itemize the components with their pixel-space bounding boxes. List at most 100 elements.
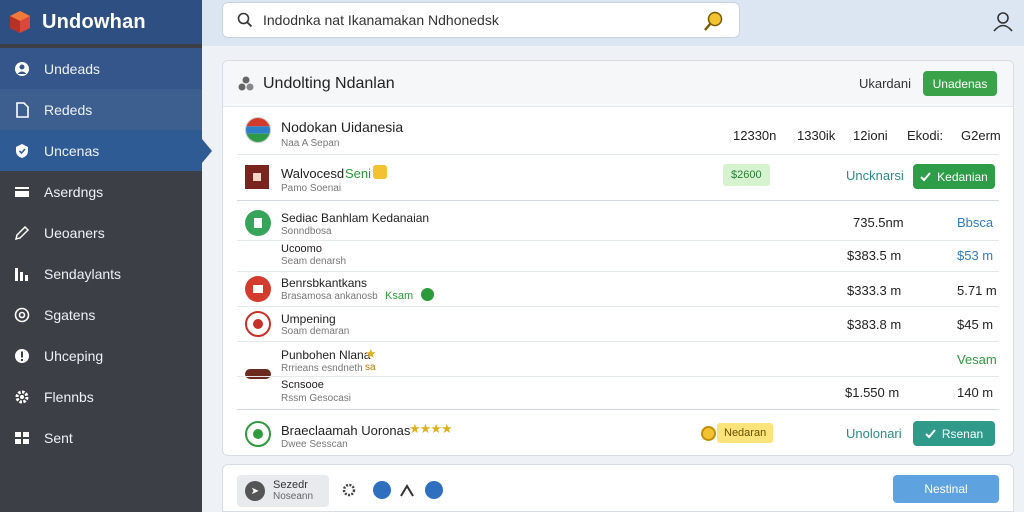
brand[interactable]: Undowhan — [0, 0, 202, 44]
divider — [237, 409, 999, 410]
row-end-value[interactable]: Bbsca — [957, 215, 993, 230]
sidebar-item-flennbs[interactable]: Flennbs — [0, 376, 202, 417]
star-badge-icon — [373, 165, 387, 179]
featured-link[interactable]: Uncknarsi — [846, 168, 904, 183]
settings-circle-icon — [14, 307, 30, 323]
featured-tag: Seni — [345, 166, 372, 181]
top-item-title: Nodokan Uidanesia — [281, 119, 404, 135]
main-panel: Undolting Ndanlan Ukardani Unadenas Nodo… — [222, 60, 1014, 456]
row-tag: sa — [365, 362, 376, 373]
divider — [237, 341, 999, 342]
sidebar-item-aserdngs[interactable]: Aserdngs — [0, 171, 202, 212]
header-link[interactable]: Ukardani — [859, 76, 911, 91]
divider — [237, 306, 999, 307]
row-subtitle: Rrrieans esndneth — [281, 363, 363, 374]
gear-icon — [14, 389, 30, 405]
column-header: 12ioni — [853, 128, 888, 143]
row-tag: Ksam — [385, 290, 414, 302]
product-icon — [245, 165, 269, 189]
sidebar-item-label: Uncenas — [44, 142, 100, 159]
settings-icon[interactable] — [341, 482, 357, 498]
sidebar-nav: Undeads Rededs Uncenas Aserdngs Ueoaners… — [0, 48, 212, 458]
divider — [237, 200, 999, 201]
app-name: Undowhan — [42, 10, 146, 33]
divider — [237, 271, 999, 272]
sidebar-item-uncenas[interactable]: Uncenas — [0, 130, 212, 171]
row-title: Ucoomo — [281, 243, 322, 255]
sidebar-item-label: Flennbs — [44, 388, 94, 405]
sidebar-item-label: Sgatens — [44, 306, 96, 323]
media-icon — [245, 276, 271, 302]
flag-icon — [245, 117, 271, 143]
magnifier-icon[interactable] — [703, 10, 725, 32]
food-icon — [245, 369, 271, 379]
status-badge: Nedaran — [717, 423, 774, 443]
row-title: Scnsooe — [281, 379, 324, 391]
sidebar: Undowhan Undeads Rededs Uncenas Aserdngs… — [0, 0, 212, 512]
footer-pill-label: Sezedr — [273, 479, 308, 491]
sidebar-item-sent[interactable]: Sent — [0, 417, 202, 458]
row-end-value: 140 m — [957, 385, 994, 400]
account-icon[interactable] — [992, 10, 1014, 32]
sidebar-item-sgatens[interactable]: Sgatens — [0, 294, 202, 335]
user-icon — [14, 61, 30, 77]
grid-icon — [14, 430, 30, 446]
featured-title: Walvocesd — [281, 166, 345, 181]
document-icon — [14, 101, 30, 118]
featured-title: Braeclaamah Uoronas — [281, 423, 411, 438]
navigation-icon: ➤ — [245, 481, 265, 501]
rating-stars-icon: ★★★★ — [409, 421, 453, 436]
card-icon — [14, 184, 30, 200]
footer-pill-sublabel: Noseann — [273, 491, 314, 502]
sidebar-item-label: Undeads — [44, 60, 101, 77]
row-amount: 735.5nm — [853, 215, 904, 230]
info-icon[interactable] — [373, 481, 391, 499]
check-icon — [925, 429, 936, 439]
sidebar-item-label: Rededs — [44, 101, 93, 118]
sidebar-item-label: Sent — [44, 429, 73, 446]
star-icon: ★ — [365, 346, 377, 361]
check-circle-icon — [245, 421, 271, 447]
divider — [237, 154, 999, 155]
button-label: Rsenan — [941, 426, 984, 441]
sidebar-item-label: Ueoaners — [44, 224, 105, 241]
sidebar-item-uhceping[interactable]: Uhceping — [0, 335, 202, 376]
featured-action-button[interactable]: Rsenan — [913, 421, 995, 446]
row-end-value[interactable]: $53 m — [957, 248, 993, 263]
share-icon[interactable] — [399, 482, 415, 498]
row-end-value[interactable]: Vesam — [957, 352, 997, 367]
row-subtitle: Sonndbosa — [281, 226, 332, 237]
footer-primary-button[interactable]: Nestinal — [893, 475, 999, 503]
sidebar-item-undeads[interactable]: Undeads — [0, 48, 202, 89]
logo-icon — [10, 11, 30, 33]
row-amount: $383.8 m — [847, 317, 902, 332]
sidebar-item-rededs[interactable]: Rededs — [0, 89, 202, 130]
search-box[interactable] — [222, 2, 740, 38]
book-icon — [245, 210, 271, 236]
badge-icon — [245, 311, 271, 337]
divider — [237, 240, 999, 241]
sidebar-item-label: Aserdngs — [44, 183, 104, 200]
pen-icon — [14, 225, 30, 241]
row-end-value: 5.71 m — [957, 283, 997, 298]
search-icon — [237, 12, 253, 28]
featured-link[interactable]: Unolonari — [846, 426, 902, 441]
search-input[interactable] — [263, 12, 683, 28]
column-header: Ekodi: — [907, 128, 944, 143]
top-bar — [202, 0, 1024, 46]
footer-pill[interactable]: ➤ Sezedr Noseann — [237, 475, 329, 507]
column-header: 12330n — [733, 128, 777, 143]
row-subtitle: Soam demaran — [281, 326, 350, 337]
sidebar-item-sendaylants[interactable]: Sendaylants — [0, 253, 202, 294]
coin-icon — [701, 426, 716, 441]
sidebar-item-label: Sendaylants — [44, 265, 122, 282]
row-end-value: $45 m — [957, 317, 994, 332]
sidebar-item-ueoaners[interactable]: Ueoaners — [0, 212, 202, 253]
chat-icon[interactable] — [425, 481, 443, 499]
featured-action-button[interactable]: Kedanian — [913, 164, 995, 189]
divider — [237, 376, 999, 377]
sidebar-item-label: Uhceping — [44, 347, 104, 364]
header-button[interactable]: Unadenas — [923, 71, 997, 96]
bar-chart-icon — [14, 266, 30, 282]
row-subtitle: Seam denarsh — [281, 256, 347, 267]
